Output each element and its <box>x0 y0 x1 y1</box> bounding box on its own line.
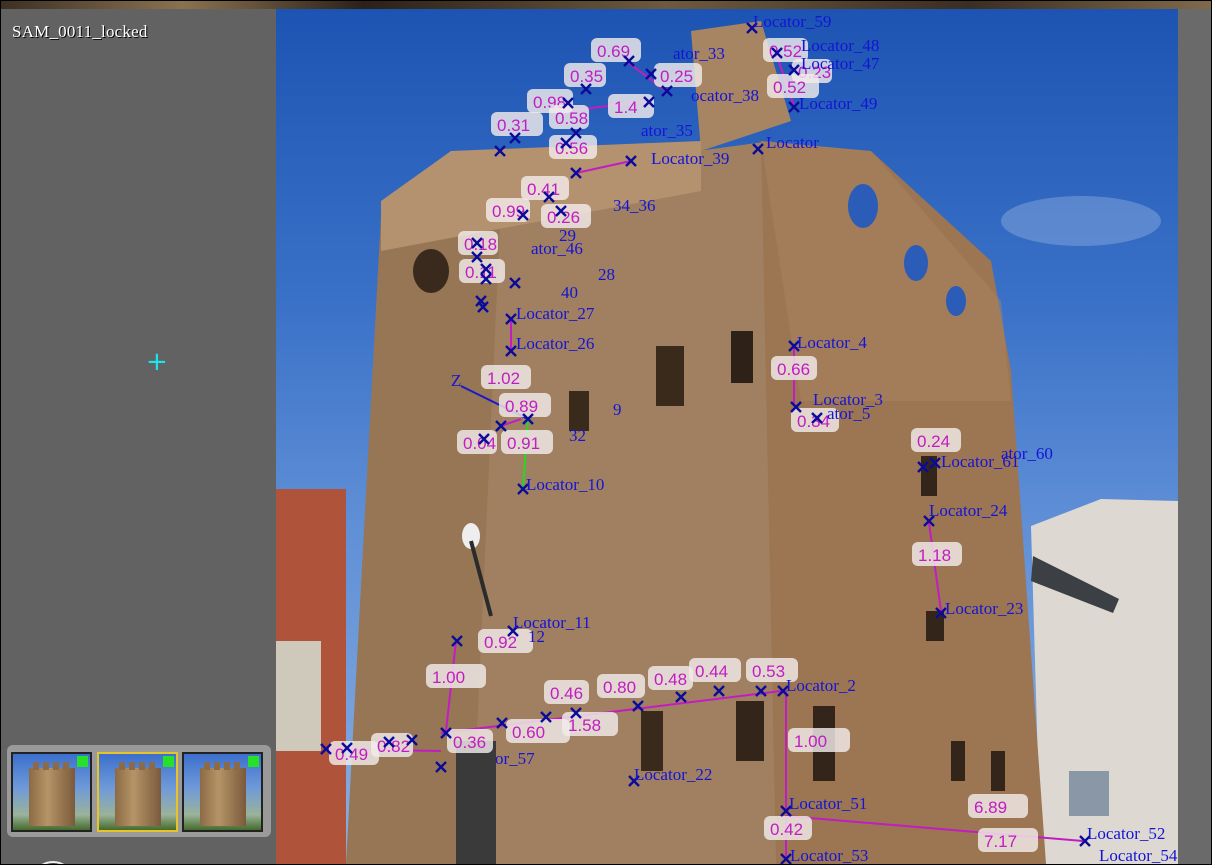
locator-label: Locator_26 <box>516 334 594 353</box>
locator-label: ator_35 <box>641 121 693 140</box>
distance-value: 0.58 <box>555 109 588 128</box>
locator-marker-icon[interactable] <box>755 685 767 697</box>
distance-value: 0.46 <box>550 684 583 703</box>
camera-title: SAM_0011_locked <box>12 22 148 41</box>
locator-label: ocator_38 <box>691 86 759 105</box>
locator-marker-icon[interactable] <box>917 461 929 473</box>
locator-label: Locator_47 <box>801 54 880 73</box>
locator-label: or_57 <box>495 749 535 768</box>
distance-value: 0.53 <box>752 662 785 681</box>
thumbnail-3[interactable] <box>182 752 263 832</box>
distance-value: 0.49 <box>335 745 368 764</box>
distance-value: 0.25 <box>660 67 693 86</box>
locator-label: 32 <box>569 426 586 445</box>
status-flag-icon <box>77 756 88 767</box>
distance-value: 1.02 <box>487 369 520 388</box>
locator-label: ator_33 <box>673 44 725 63</box>
distance-value: 0.66 <box>777 360 810 379</box>
locator-label: Locator_51 <box>789 794 867 813</box>
distance-value: 0.56 <box>555 139 588 158</box>
locator-label: 34_36 <box>613 196 656 215</box>
distance-value: 7.17 <box>984 832 1017 851</box>
right-gutter <box>1178 9 1211 864</box>
locator-marker-icon[interactable] <box>675 691 687 703</box>
axis-z-label: Z <box>451 371 461 390</box>
distance-value: 0.41 <box>527 180 560 199</box>
distance-value: 0.24 <box>917 432 950 451</box>
distance-value: 0.26 <box>547 208 580 227</box>
locator-label: Locator_48 <box>801 36 879 55</box>
distance-value: 0.48 <box>654 670 687 689</box>
locator-label: 9 <box>613 400 622 419</box>
locator-marker-icon[interactable] <box>494 145 506 157</box>
locator-label: Locator_54 <box>1099 846 1178 864</box>
locator-label: Locator_11 <box>513 613 591 632</box>
locator-marker-icon[interactable] <box>713 685 725 697</box>
photo-viewport[interactable]: Z 0.69 0.52 0.35 0.25 0.23 0.52 0.98 1.4 0.58 0.3… <box>276 9 1178 864</box>
locator-label: Locator_10 <box>526 475 604 494</box>
locator-marker-icon[interactable] <box>451 635 463 647</box>
distance-value: 1.18 <box>918 546 951 565</box>
distance-value: 0.89 <box>505 397 538 416</box>
thumbnail-2[interactable] <box>97 752 178 832</box>
locator-label: 40 <box>561 283 578 302</box>
distance-value: 1.00 <box>432 668 465 687</box>
locator-label: 29 <box>559 226 576 245</box>
locator-marker-icon[interactable] <box>509 277 521 289</box>
distance-value: 0.60 <box>512 723 545 742</box>
locator-label: ator_5 <box>827 404 870 423</box>
nav-circle-button[interactable] <box>31 861 75 864</box>
locator-marker-icon[interactable] <box>435 761 447 773</box>
locator-marker-icon[interactable] <box>661 85 673 97</box>
locator-label: Locator_61 <box>941 452 1019 471</box>
camera-panel: SAM_0011_locked + <box>1 9 276 864</box>
locator-label: Locator_24 <box>929 501 1008 520</box>
distance-value: 1.58 <box>568 716 601 735</box>
locator-label: Locator <box>766 133 819 152</box>
locator-label: Locator_4 <box>797 333 867 352</box>
distance-value: 0.31 <box>497 116 530 135</box>
distance-value: 6.89 <box>974 798 1007 817</box>
locator-label: Locator_52 <box>1087 824 1165 843</box>
thumbnail-1[interactable] <box>11 752 92 832</box>
thumbnail-strip <box>7 745 271 837</box>
distance-value: 0.42 <box>770 820 803 839</box>
distance-value: 0.92 <box>484 633 517 652</box>
locator-label: Locator_59 <box>753 12 831 31</box>
distance-value: 0.35 <box>570 67 603 86</box>
distance-value: 0.36 <box>453 733 486 752</box>
distance-value: 0.44 <box>695 662 728 681</box>
locator-label: Locator_49 <box>799 94 877 113</box>
locator-label: 12 <box>528 627 545 646</box>
distance-value: 0.91 <box>507 434 540 453</box>
locator-marker-icon[interactable] <box>495 420 507 432</box>
distance-value: 0.80 <box>603 678 636 697</box>
locator-label: Locator_2 <box>786 676 856 695</box>
locator-marker-icon[interactable] <box>496 717 508 729</box>
status-flag-icon <box>163 756 174 767</box>
locator-label: Locator_27 <box>516 304 595 323</box>
top-image-strip <box>1 1 1211 9</box>
locator-label: Locator_22 <box>634 765 712 784</box>
crosshair-icon: + <box>146 347 168 377</box>
locator-label: 28 <box>598 265 615 284</box>
locator-label: Locator_39 <box>651 149 729 168</box>
locator-label: Locator_23 <box>945 599 1023 618</box>
distance-value: 1.4 <box>614 98 638 117</box>
locator-marker-icon[interactable] <box>752 143 764 155</box>
distance-value: 1.00 <box>794 732 827 751</box>
locator-label: Locator_53 <box>790 846 868 864</box>
locator-marker-icon[interactable] <box>929 457 941 469</box>
status-flag-icon <box>248 756 259 767</box>
app-window: SAM_0011_locked + Z 0.69 0.52 0.35 0.25 … <box>0 0 1212 865</box>
